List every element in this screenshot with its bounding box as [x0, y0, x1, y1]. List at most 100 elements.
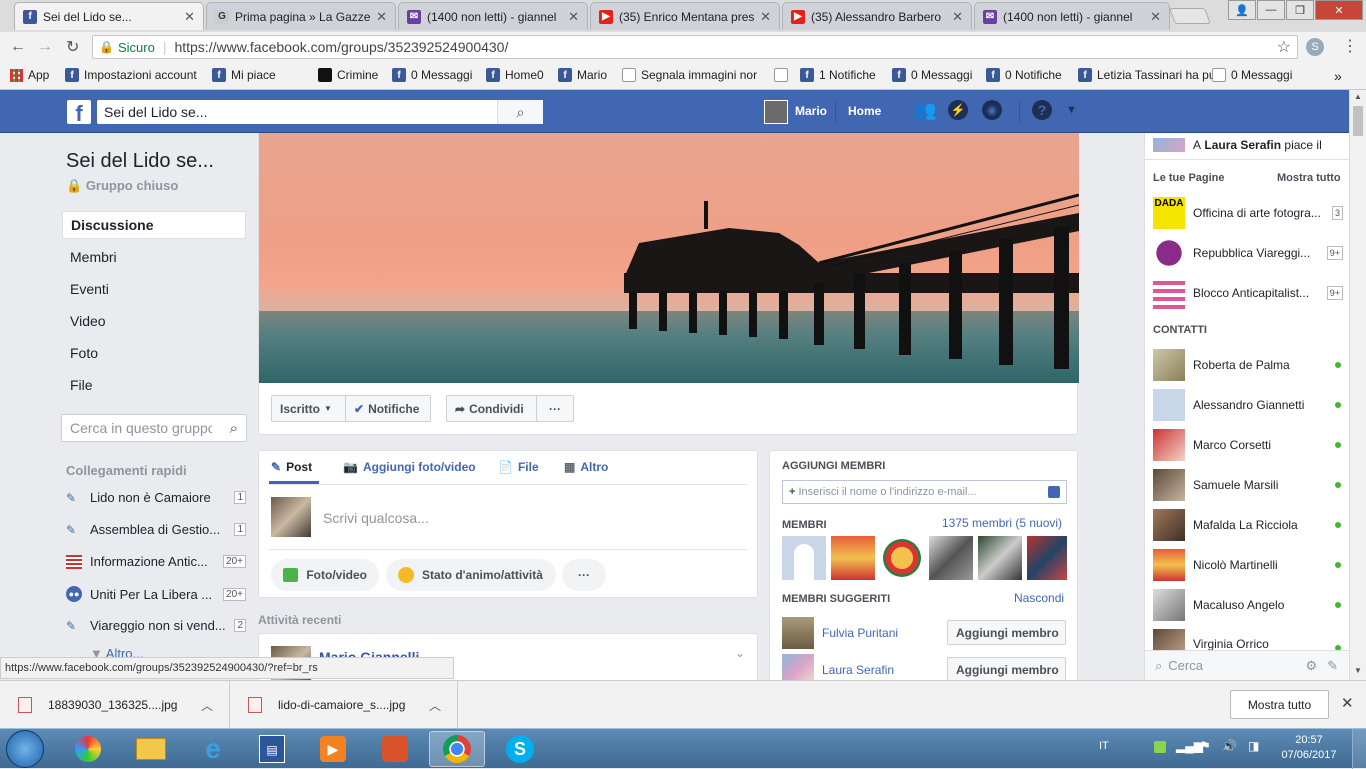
tab-youtube-barbero[interactable]: ▶ (35) Alessandro Barbero ✕: [782, 2, 972, 30]
hide-suggestions-link[interactable]: Nascondi: [1014, 591, 1064, 605]
maximize-button[interactable]: ❐: [1286, 0, 1314, 20]
contact-item[interactable]: Roberta de Palma: [1153, 349, 1341, 381]
suggested-member-name[interactable]: Fulvia Puritani: [822, 626, 898, 640]
notifications-globe-icon[interactable]: ◉: [982, 100, 1002, 120]
contact-item[interactable]: Mafalda La Ricciola: [1153, 509, 1341, 541]
member-avatar[interactable]: [782, 536, 826, 580]
page-item[interactable]: DADA Officina di arte fotogra... 3: [1153, 197, 1343, 229]
page-item[interactable]: Repubblica Viareggi... 9+: [1153, 237, 1343, 269]
share-button[interactable]: ➦ Condividi: [446, 395, 538, 422]
url-text[interactable]: https://www.facebook.com/groups/35239252…: [174, 39, 508, 55]
start-button[interactable]: [6, 730, 44, 768]
composer-tab-file[interactable]: 📄 File: [498, 460, 539, 474]
tray-app-icon[interactable]: [1154, 741, 1166, 753]
quick-link[interactable]: ✎ Assemblea di Gestio... 1: [66, 522, 246, 537]
close-tab-icon[interactable]: ✕: [376, 9, 387, 25]
close-tab-icon[interactable]: ✕: [1150, 9, 1161, 25]
paint-app-icon[interactable]: [60, 731, 116, 767]
show-desktop-button[interactable]: [1352, 729, 1366, 769]
bookmark-item[interactable]: f Letizia Tassinari ha pu: [1078, 68, 1216, 82]
close-tab-icon[interactable]: ✕: [760, 9, 771, 25]
internet-explorer-icon[interactable]: e: [185, 731, 241, 767]
scroll-up-icon[interactable]: ▲: [1354, 92, 1362, 101]
add-member-button[interactable]: Aggiungi membro: [947, 620, 1066, 645]
back-icon[interactable]: ←: [10, 38, 26, 56]
nav-video[interactable]: Video: [62, 307, 246, 334]
tab-youtube-mentana[interactable]: ▶ (35) Enrico Mentana pres ✕: [590, 2, 780, 30]
language-indicator[interactable]: IT: [1099, 740, 1109, 752]
feeling-activity-button[interactable]: Stato d'animo/attività: [386, 559, 556, 591]
scroll-thumb[interactable]: [1353, 106, 1363, 136]
nav-membri[interactable]: Membri: [62, 243, 246, 270]
bookmark-item[interactable]: f 0 Messaggi: [892, 68, 972, 82]
new-tab-button[interactable]: [1169, 8, 1211, 24]
composer-tab-more[interactable]: ▦ Altro: [564, 460, 608, 474]
user-avatar[interactable]: [764, 100, 788, 124]
more-options-button[interactable]: ···: [536, 395, 574, 422]
compose-icon[interactable]: ✎: [1327, 658, 1338, 674]
invite-member-input[interactable]: + Inserisci il nome o l'indirizzo e-mail…: [782, 480, 1067, 504]
search-icon[interactable]: ⌕: [230, 420, 238, 437]
bookmark-item[interactable]: Segnala immagini nor: [622, 68, 757, 82]
show-all-downloads-button[interactable]: Mostra tutto: [1230, 690, 1329, 719]
bookmark-apps[interactable]: App: [10, 68, 49, 82]
skype-extension-icon[interactable]: S: [1306, 38, 1324, 56]
minimize-button[interactable]: —: [1257, 0, 1285, 20]
bookmark-item[interactable]: f Home0: [486, 68, 544, 82]
bookmark-item[interactable]: f 0 Notifiche: [986, 68, 1062, 82]
bookmark-item[interactable]: f 1 Notifiche: [800, 68, 876, 82]
chrome-app-icon[interactable]: [429, 731, 485, 767]
network-signal-icon[interactable]: ▂▄▆: [1176, 739, 1203, 753]
bookmark-item[interactable]: f 0 Messaggi: [392, 68, 472, 82]
chat-search-bar[interactable]: ⌕ Cerca ⚙ ✎: [1145, 650, 1350, 680]
bookmark-item[interactable]: [774, 68, 793, 82]
download-item[interactable]: lido-di-camaiore_s....jpg ︿: [230, 681, 458, 729]
nav-discussione[interactable]: Discussione: [62, 211, 246, 239]
joined-dropdown-button[interactable]: Iscritto ▼: [271, 395, 347, 422]
suggested-member-name[interactable]: Laura Serafin: [822, 663, 894, 677]
group-search-input[interactable]: Cerca in questo gruppo ⌕: [61, 414, 247, 442]
cover-photo[interactable]: [259, 133, 1079, 383]
photo-video-button[interactable]: Foto/video: [271, 559, 379, 591]
nav-foto[interactable]: Foto: [62, 339, 246, 366]
search-icon[interactable]: ⌕: [497, 100, 543, 124]
help-icon[interactable]: ?: [1032, 100, 1052, 120]
contact-item[interactable]: Marco Corsetti: [1153, 429, 1341, 461]
member-avatar[interactable]: [831, 536, 875, 580]
friend-requests-icon[interactable]: 👥: [914, 100, 936, 121]
bookmark-star-icon[interactable]: ☆: [1277, 37, 1291, 57]
member-avatar[interactable]: [978, 536, 1022, 580]
page-item[interactable]: Blocco Anticapitalist... 9+: [1153, 277, 1343, 309]
bookmark-item[interactable]: f Mario: [558, 68, 607, 82]
tab-gazzetta[interactable]: G Prima pagina » La Gazze ✕: [206, 2, 396, 30]
word-app-icon[interactable]: ▤: [244, 731, 300, 767]
nav-eventi[interactable]: Eventi: [62, 275, 246, 302]
media-player-icon[interactable]: ▶: [305, 731, 361, 767]
menu-icon[interactable]: ⋮: [1342, 36, 1358, 56]
close-tab-icon[interactable]: ✕: [568, 9, 579, 25]
download-item[interactable]: 18839030_136325....jpg ︿: [0, 681, 230, 729]
contact-item[interactable]: Virginia Orrico: [1153, 629, 1341, 651]
suggested-member-avatar[interactable]: [782, 654, 814, 680]
gear-icon[interactable]: ⚙: [1305, 658, 1317, 674]
composer-tab-post[interactable]: ✎ Post: [271, 460, 312, 474]
address-book-icon[interactable]: [1048, 486, 1060, 498]
tab-facebook[interactable]: f Sei del Lido se... ✕: [14, 2, 204, 30]
bookmarks-overflow[interactable]: »: [1334, 68, 1342, 84]
composer-more-button[interactable]: ···: [562, 559, 606, 591]
quick-link[interactable]: ✎ Viareggio non si vend... 2: [66, 618, 246, 633]
composer-tab-photo[interactable]: 📷 Aggiungi foto/video: [343, 460, 476, 474]
tab-yahoo-mail-2[interactable]: ✉ (1400 non letti) - giannel ✕: [974, 2, 1170, 30]
facebook-search-input[interactable]: Sei del Lido se... ⌕: [97, 100, 543, 124]
tray-extra-icon[interactable]: ◨: [1248, 739, 1259, 753]
home-link[interactable]: Home: [848, 104, 881, 118]
bookmark-item[interactable]: f Mi piace: [212, 68, 276, 82]
ticker-story[interactable]: A Laura Serafin piace il: [1153, 138, 1343, 152]
contact-item[interactable]: Samuele Marsili: [1153, 469, 1341, 501]
member-avatar[interactable]: [1027, 536, 1067, 580]
omnibox[interactable]: 🔒 Sicuro | https://www.facebook.com/grou…: [92, 35, 1298, 59]
notifications-button[interactable]: ✔ Notifiche: [345, 395, 431, 422]
page-scrollbar[interactable]: ▲ ▼: [1349, 90, 1366, 680]
forward-icon[interactable]: →: [37, 38, 53, 56]
close-icon[interactable]: ✕: [1341, 694, 1354, 712]
